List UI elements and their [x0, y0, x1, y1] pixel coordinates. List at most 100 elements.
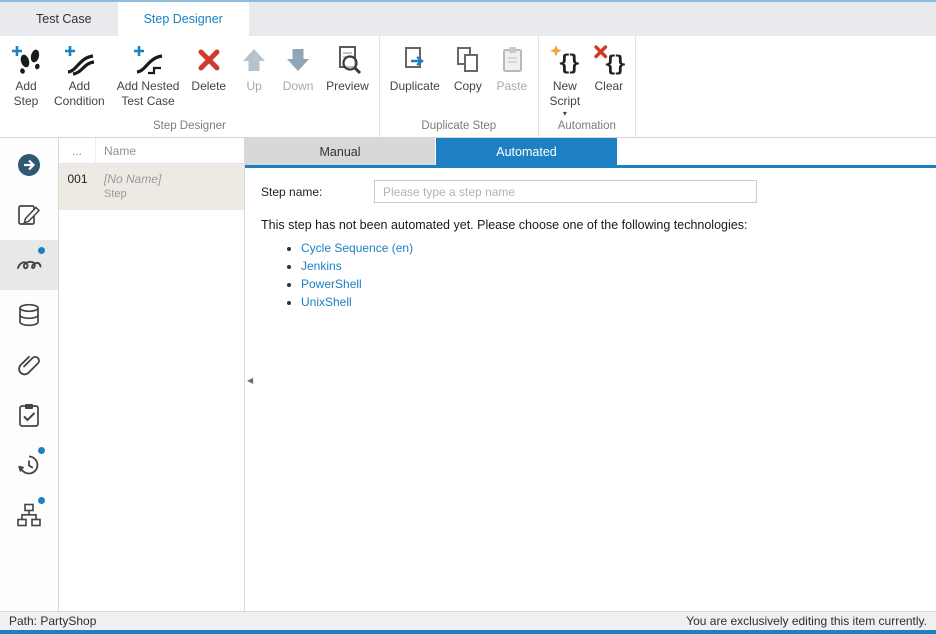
chevron-down-icon: ▾	[563, 110, 567, 118]
step-name-label: Step name:	[261, 185, 374, 199]
step-name-text: [No Name]	[104, 172, 161, 186]
technology-list-item: UnixShell	[301, 295, 936, 309]
ribbon-group-label-automation: Automation	[543, 118, 631, 137]
sidebar-item-checklist[interactable]	[0, 390, 58, 440]
notification-badge	[38, 447, 45, 454]
clipboard-check-icon	[16, 402, 42, 428]
svg-text:}: }	[568, 51, 581, 75]
steps-icon	[16, 252, 42, 278]
database-icon	[16, 302, 42, 328]
sidebar-item-edit[interactable]	[0, 190, 58, 240]
app-window: Test Case Step Designer	[0, 0, 936, 634]
bottom-accent-bar	[0, 630, 936, 634]
column-header-name: Name	[96, 144, 136, 158]
clear-script-button[interactable]: { } Clear	[587, 36, 631, 94]
paste-icon	[496, 43, 528, 77]
ribbon-group-automation: { } New Script ▾ { }	[539, 36, 636, 137]
step-type-text: Step	[104, 188, 161, 200]
clear-script-icon: { }	[593, 43, 625, 77]
editor-tab-strip: Manual Automated	[245, 138, 936, 165]
add-nested-test-case-label: Add Nested Test Case	[117, 79, 180, 109]
technology-link-powershell[interactable]: PowerShell	[301, 277, 362, 291]
delete-label: Delete	[191, 79, 226, 94]
automation-message: This step has not been automated yet. Pl…	[261, 218, 920, 232]
preview-button[interactable]: Preview	[320, 36, 375, 94]
sidebar-item-hierarchy[interactable]	[0, 490, 58, 540]
tab-step-designer-label: Step Designer	[144, 12, 223, 26]
paste-button: Paste	[490, 36, 534, 94]
technology-list-item: Cycle Sequence (en)	[301, 241, 936, 255]
preview-label: Preview	[326, 79, 369, 94]
tab-test-case-label: Test Case	[36, 12, 92, 26]
step-list-header: ... Name	[59, 138, 244, 164]
sidebar-item-history[interactable]	[0, 440, 58, 490]
status-editing-notice: You are exclusively editing this item cu…	[686, 614, 927, 628]
new-script-icon: { }	[549, 43, 581, 77]
step-list-panel: ... Name 001 [No Name] Step	[59, 138, 245, 611]
technology-list-item: Jenkins	[301, 259, 936, 273]
copy-icon	[452, 43, 484, 77]
up-arrow-icon	[238, 43, 270, 77]
tab-manual-label: Manual	[320, 145, 361, 159]
delete-icon	[193, 43, 225, 77]
notification-badge	[38, 497, 45, 504]
technology-link-cycle-sequence[interactable]: Cycle Sequence (en)	[301, 241, 413, 255]
add-step-icon	[10, 43, 42, 77]
tab-manual[interactable]: Manual	[245, 138, 435, 165]
column-header-index: ...	[59, 138, 96, 163]
paperclip-icon	[16, 352, 42, 378]
technology-link-unixshell[interactable]: UnixShell	[301, 295, 352, 309]
status-bar: Path: PartyShop You are exclusively edit…	[0, 611, 936, 630]
new-script-label: New Script	[549, 79, 580, 109]
navigate-icon	[16, 152, 42, 178]
tab-step-designer[interactable]: Step Designer	[118, 2, 249, 36]
step-editor-panel: Manual Automated Step name: This step ha…	[245, 138, 936, 611]
window-tab-strip: Test Case Step Designer	[0, 2, 936, 36]
ribbon-group-label-step-designer: Step Designer	[4, 118, 375, 137]
sidebar-item-navigate[interactable]	[0, 140, 58, 190]
tab-automated-label: Automated	[496, 145, 556, 159]
clear-script-label: Clear	[594, 79, 623, 94]
sidebar-item-attachments[interactable]	[0, 340, 58, 390]
edit-icon	[16, 202, 42, 228]
step-number: 001	[59, 164, 96, 210]
add-nested-test-case-button[interactable]: Add Nested Test Case	[111, 36, 186, 109]
preview-icon	[331, 43, 363, 77]
duplicate-button[interactable]: Duplicate	[384, 36, 446, 94]
history-icon	[16, 452, 42, 478]
delete-button[interactable]: Delete	[185, 36, 232, 94]
duplicate-icon	[399, 43, 431, 77]
technology-link-jenkins[interactable]: Jenkins	[301, 259, 342, 273]
ribbon-group-duplicate-step: Duplicate Copy	[380, 36, 539, 137]
down-button: Down	[276, 36, 320, 94]
ribbon-group-step-designer: Add Step Add Condition	[0, 36, 380, 137]
collapse-panel-arrow[interactable]: ◀	[247, 376, 253, 385]
add-condition-icon	[63, 43, 95, 77]
technology-list: Cycle Sequence (en) Jenkins PowerShell U…	[245, 241, 936, 309]
hierarchy-icon	[16, 502, 42, 528]
add-step-button[interactable]: Add Step	[4, 36, 48, 109]
ribbon-group-label-duplicate-step: Duplicate Step	[384, 118, 534, 137]
up-button: Up	[232, 36, 276, 94]
tab-automated[interactable]: Automated	[436, 138, 617, 165]
tab-test-case[interactable]: Test Case	[10, 2, 118, 36]
add-condition-button[interactable]: Add Condition	[48, 36, 111, 109]
copy-label: Copy	[454, 79, 482, 94]
sidebar-item-data[interactable]	[0, 290, 58, 340]
svg-text:}: }	[614, 52, 625, 76]
down-label: Down	[283, 79, 314, 94]
technology-list-item: PowerShell	[301, 277, 936, 291]
add-nested-test-case-icon	[132, 43, 164, 77]
duplicate-label: Duplicate	[390, 79, 440, 94]
up-label: Up	[246, 79, 261, 94]
left-icon-sidebar	[0, 138, 59, 611]
add-condition-label: Add Condition	[54, 79, 105, 109]
status-path: Path: PartyShop	[9, 614, 96, 628]
add-step-label: Add Step	[14, 79, 39, 109]
sidebar-item-steps[interactable]	[0, 240, 58, 290]
step-list-row[interactable]: 001 [No Name] Step	[59, 164, 244, 210]
ribbon-toolbar: Add Step Add Condition	[0, 36, 936, 138]
step-name-input[interactable]	[374, 180, 757, 203]
new-script-button[interactable]: { } New Script ▾	[543, 36, 587, 118]
copy-button[interactable]: Copy	[446, 36, 490, 94]
